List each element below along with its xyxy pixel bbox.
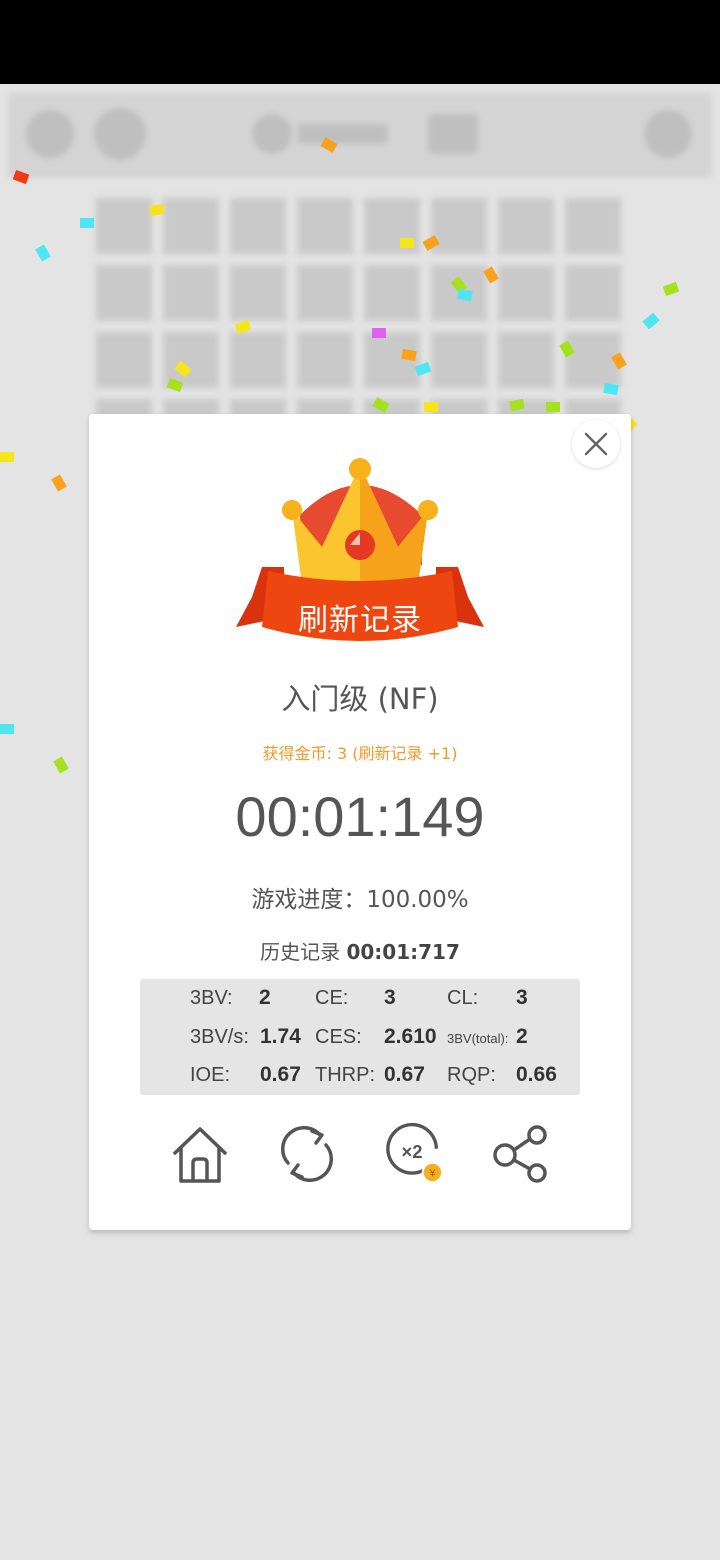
restart-icon	[280, 1125, 334, 1183]
stat-ioe-label: IOE:	[190, 1064, 231, 1086]
history-label: 历史记录	[260, 940, 341, 964]
game-progress: 游戏进度：100.00%	[251, 887, 469, 913]
board-cell	[228, 263, 288, 323]
stat-ces-value: 2.610	[384, 1025, 437, 1048]
board-cell	[295, 330, 355, 390]
stat-rqp-value: 0.66	[516, 1063, 557, 1086]
confetti-piece	[0, 452, 14, 462]
crown-badge: 刷新记录	[232, 455, 488, 660]
home-button[interactable]	[168, 1122, 232, 1186]
stat-ce-label: CE:	[315, 987, 349, 1009]
board-cell	[563, 196, 623, 256]
board-cell	[496, 330, 556, 390]
stat-3bv-label: 3BV:	[190, 987, 233, 1009]
restart-button[interactable]	[275, 1122, 339, 1186]
confetti-piece	[80, 218, 94, 228]
game-board-blurred	[94, 196, 628, 457]
board-cell	[295, 196, 355, 256]
confetti-piece	[372, 328, 386, 338]
board-cell	[228, 196, 288, 256]
stat-ioe-value: 0.67	[260, 1063, 301, 1086]
board-cell	[563, 263, 623, 323]
svg-text:×2: ×2	[402, 1141, 423, 1162]
stat-cl-value: 3	[516, 986, 528, 1009]
banner-text: 刷新记录	[298, 603, 422, 638]
status-bar	[0, 0, 720, 84]
stat-rqp-label: RQP:	[447, 1064, 496, 1086]
board-cell	[161, 263, 221, 323]
board-cell	[94, 263, 154, 323]
history-value: 00:01:717	[346, 940, 460, 964]
svg-text:¥: ¥	[428, 1167, 435, 1179]
share-button[interactable]	[488, 1122, 552, 1186]
stat-3bvs-value: 1.74	[260, 1025, 301, 1048]
stat-3bv-value: 2	[259, 986, 271, 1009]
level-title: 入门级 (NF)	[281, 682, 439, 716]
double-coins-button[interactable]: ×2 ¥	[382, 1122, 446, 1186]
stat-ces-label: CES:	[315, 1026, 362, 1048]
share-icon	[493, 1125, 547, 1183]
board-cell	[94, 330, 154, 390]
board-cell	[429, 196, 489, 256]
board-cell	[295, 263, 355, 323]
board-cell	[496, 196, 556, 256]
stat-3bv-total-label: 3BV(total):	[447, 1031, 509, 1046]
stat-cl-label: CL:	[447, 987, 479, 1009]
board-cell	[362, 263, 422, 323]
double-coins-icon: ×2 ¥	[386, 1122, 444, 1184]
stat-ce-value: 3	[384, 986, 396, 1009]
close-button[interactable]	[572, 420, 620, 468]
stat-3bvs-label: 3BV/s:	[190, 1026, 249, 1048]
stat-thrp-label: THRP:	[315, 1064, 375, 1086]
close-icon	[584, 432, 608, 456]
board-cell	[228, 330, 288, 390]
stat-thrp-value: 0.67	[384, 1063, 425, 1086]
confetti-piece	[424, 402, 438, 412]
coins-earned-text: 获得金币: 3 (刷新记录 +1)	[262, 744, 458, 763]
confetti-piece	[546, 402, 560, 412]
board-cell	[496, 263, 556, 323]
finish-time: 00:01:149	[235, 785, 485, 848]
board-cell	[161, 196, 221, 256]
confetti-piece	[400, 238, 414, 248]
board-cell	[429, 330, 489, 390]
game-toolbar-blurred	[8, 92, 712, 178]
confetti-piece	[0, 724, 14, 734]
history-record: 历史记录 00:01:717	[89, 936, 631, 965]
stat-3bv-total-value: 2	[516, 1025, 528, 1048]
home-icon	[173, 1127, 227, 1183]
board-cell	[94, 196, 154, 256]
